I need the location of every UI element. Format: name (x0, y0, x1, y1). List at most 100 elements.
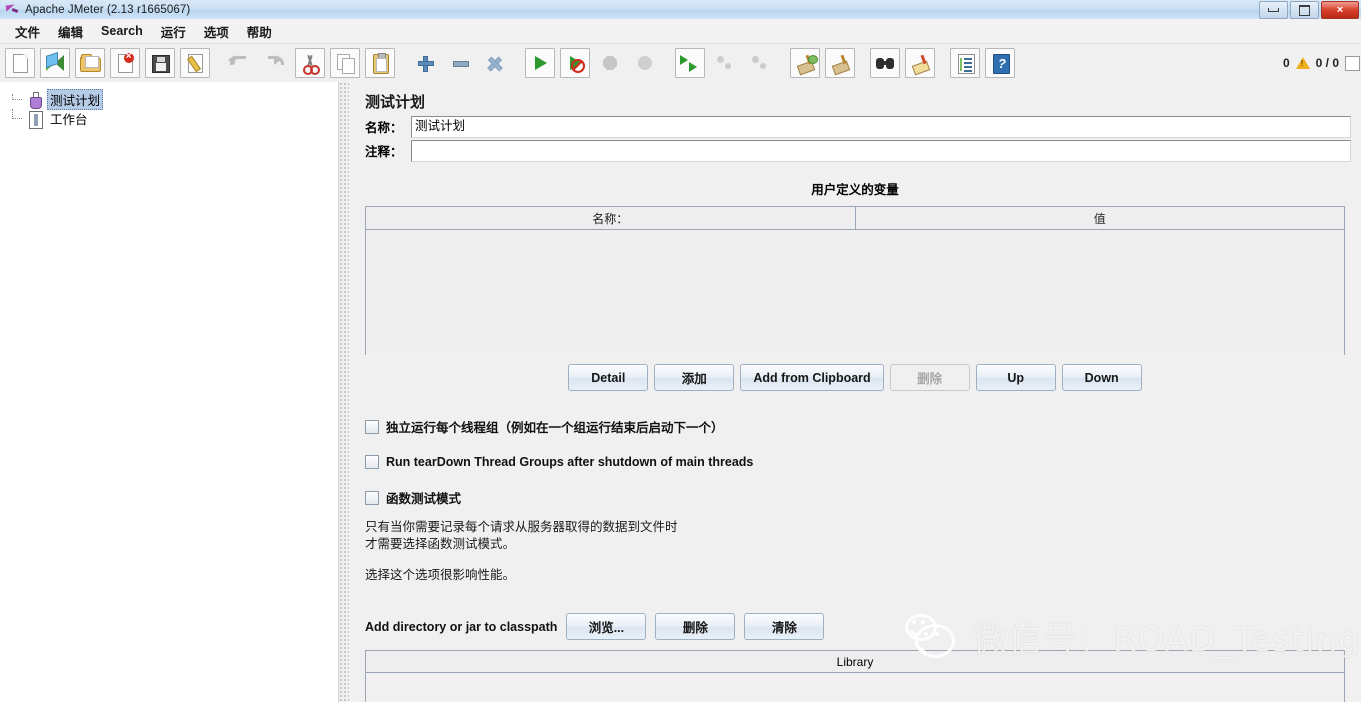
run-teardown-checkbox[interactable]: Run tearDown Thread Groups after shutdow… (365, 455, 1361, 469)
menu-edit[interactable]: 编辑 (49, 19, 92, 44)
test-plan-panel: 测试计划 名称： 测试计划 注释： 用户定义的变量 名称： 值 Detail 添… (349, 82, 1361, 702)
close-plan-button[interactable] (110, 48, 140, 78)
new-button[interactable] (5, 48, 35, 78)
save-as-pencil-icon (184, 52, 206, 74)
minimize-icon (1268, 8, 1279, 12)
expand-all-button[interactable] (410, 48, 440, 78)
tree-node-test-plan[interactable]: 测试计划 (10, 90, 338, 109)
stop-octagon-icon (599, 52, 621, 74)
library-table[interactable]: Library (365, 650, 1345, 702)
serialize-thread-groups-label: 独立运行每个线程组（例如在一个组运行结束后启动下一个） (386, 417, 724, 436)
reset-broom-icon (909, 52, 931, 74)
clear-all-broom-icon (829, 52, 851, 74)
run-teardown-label: Run tearDown Thread Groups after shutdow… (386, 455, 753, 469)
tree-elbow-icon (12, 109, 24, 128)
checkbox-icon[interactable] (365, 491, 379, 505)
redo-arrow-icon (263, 53, 281, 67)
search-reset-button[interactable] (905, 48, 935, 78)
serialize-thread-groups-checkbox[interactable]: 独立运行每个线程组（例如在一个组运行结束后启动下一个） (365, 417, 1361, 436)
minimize-button[interactable] (1259, 1, 1288, 19)
shutdown-button[interactable] (630, 48, 660, 78)
menu-run[interactable]: 运行 (152, 19, 195, 44)
menu-file[interactable]: 文件 (6, 19, 49, 44)
clear-all-button[interactable] (825, 48, 855, 78)
templates-button[interactable] (40, 48, 70, 78)
plus-icon (414, 52, 436, 74)
add-button[interactable]: 添加 (654, 364, 734, 391)
user-defined-variables-title: 用户定义的变量 (349, 179, 1361, 198)
help-button[interactable] (985, 48, 1015, 78)
window-controls: × (1257, 1, 1359, 19)
cut-button[interactable] (295, 48, 325, 78)
jmeter-window: Apache JMeter (2.13 r1665067) × 文件 编辑 Se… (0, 0, 1361, 702)
help-book-icon (989, 52, 1011, 74)
page-title: 测试计划 (349, 82, 1361, 116)
collapse-all-button[interactable] (445, 48, 475, 78)
help-line-1: 只有当你需要记录每个请求从服务器取得的数据到文件时 (365, 519, 1361, 536)
paste-button[interactable] (365, 48, 395, 78)
name-field-row: 名称： 测试计划 (365, 116, 1351, 137)
detail-button[interactable]: Detail (568, 364, 648, 391)
name-input[interactable]: 测试计划 (411, 116, 1351, 138)
column-header-name: 名称： (366, 207, 855, 229)
save-as-button[interactable] (180, 48, 210, 78)
help-line-3: 选择这个选项很影响性能。 (365, 567, 1361, 584)
stop-remote-all-button[interactable] (710, 48, 740, 78)
function-helper-button[interactable] (950, 48, 980, 78)
test-plan-tree-pane[interactable]: 测试计划 工作台 (0, 82, 339, 702)
tree-node-label-workbench: 工作台 (47, 108, 91, 129)
search-button[interactable] (870, 48, 900, 78)
browse-button[interactable]: 浏览... (566, 613, 646, 640)
functional-test-mode-checkbox[interactable]: 函数测试模式 (365, 488, 1361, 507)
tree-node-workbench[interactable]: 工作台 (10, 109, 338, 128)
test-plan-tree: 测试计划 工作台 (0, 82, 338, 128)
templates-cube-icon (44, 52, 66, 74)
close-button[interactable]: × (1321, 1, 1359, 19)
down-button[interactable]: Down (1062, 364, 1142, 391)
maximize-button[interactable] (1290, 1, 1319, 19)
menu-help[interactable]: 帮助 (238, 19, 281, 44)
cut-scissors-icon (299, 52, 321, 74)
functional-mode-help-text: 只有当你需要记录每个请求从服务器取得的数据到文件时 才需要选择函数测试模式。 选… (365, 519, 1361, 584)
warning-icon[interactable] (1296, 57, 1310, 69)
menu-search[interactable]: Search (92, 21, 152, 41)
clear-button[interactable] (790, 48, 820, 78)
add-from-clipboard-button[interactable]: Add from Clipboard (740, 364, 883, 391)
name-label: 名称： (365, 117, 411, 136)
menu-options[interactable]: 选项 (195, 19, 238, 44)
toggle-button[interactable] (480, 48, 510, 78)
user-defined-variables-table[interactable]: 名称： 值 (365, 206, 1345, 355)
title-bar: Apache JMeter (2.13 r1665067) × (0, 0, 1361, 20)
comment-label: 注释： (365, 141, 411, 160)
classpath-delete-button[interactable]: 删除 (655, 613, 735, 640)
start-no-pauses-button[interactable] (560, 48, 590, 78)
open-folder-icon (79, 52, 101, 74)
classpath-label: Add directory or jar to classpath (365, 620, 557, 634)
minus-icon (449, 52, 471, 74)
undo-button[interactable] (225, 48, 255, 78)
checkbox-icon[interactable] (365, 455, 379, 469)
copy-button[interactable] (330, 48, 360, 78)
close-icon: × (1322, 2, 1358, 18)
column-header-value: 值 (855, 207, 1345, 229)
variables-table-body[interactable] (366, 230, 1344, 355)
classpath-clear-button[interactable]: 清除 (744, 613, 824, 640)
tree-elbow-icon (12, 90, 24, 109)
thread-counts: 0 / 0 (1316, 56, 1339, 70)
save-button[interactable] (145, 48, 175, 78)
undo-arrow-icon (228, 53, 246, 67)
start-play-icon (529, 52, 551, 74)
variables-table-header: 名称： 值 (366, 207, 1344, 230)
stop-button[interactable] (595, 48, 625, 78)
up-button[interactable]: Up (976, 364, 1056, 391)
redo-button[interactable] (260, 48, 290, 78)
open-button[interactable] (75, 48, 105, 78)
shutdown-remote-all-button[interactable] (745, 48, 775, 78)
window-title: Apache JMeter (2.13 r1665067) (25, 4, 190, 16)
start-remote-all-button[interactable] (675, 48, 705, 78)
checkbox-icon[interactable] (365, 420, 379, 434)
comment-input[interactable] (411, 140, 1351, 162)
menu-bar: 文件 编辑 Search 运行 选项 帮助 (0, 19, 1361, 44)
start-button[interactable] (525, 48, 555, 78)
help-text-gap (365, 553, 1361, 567)
